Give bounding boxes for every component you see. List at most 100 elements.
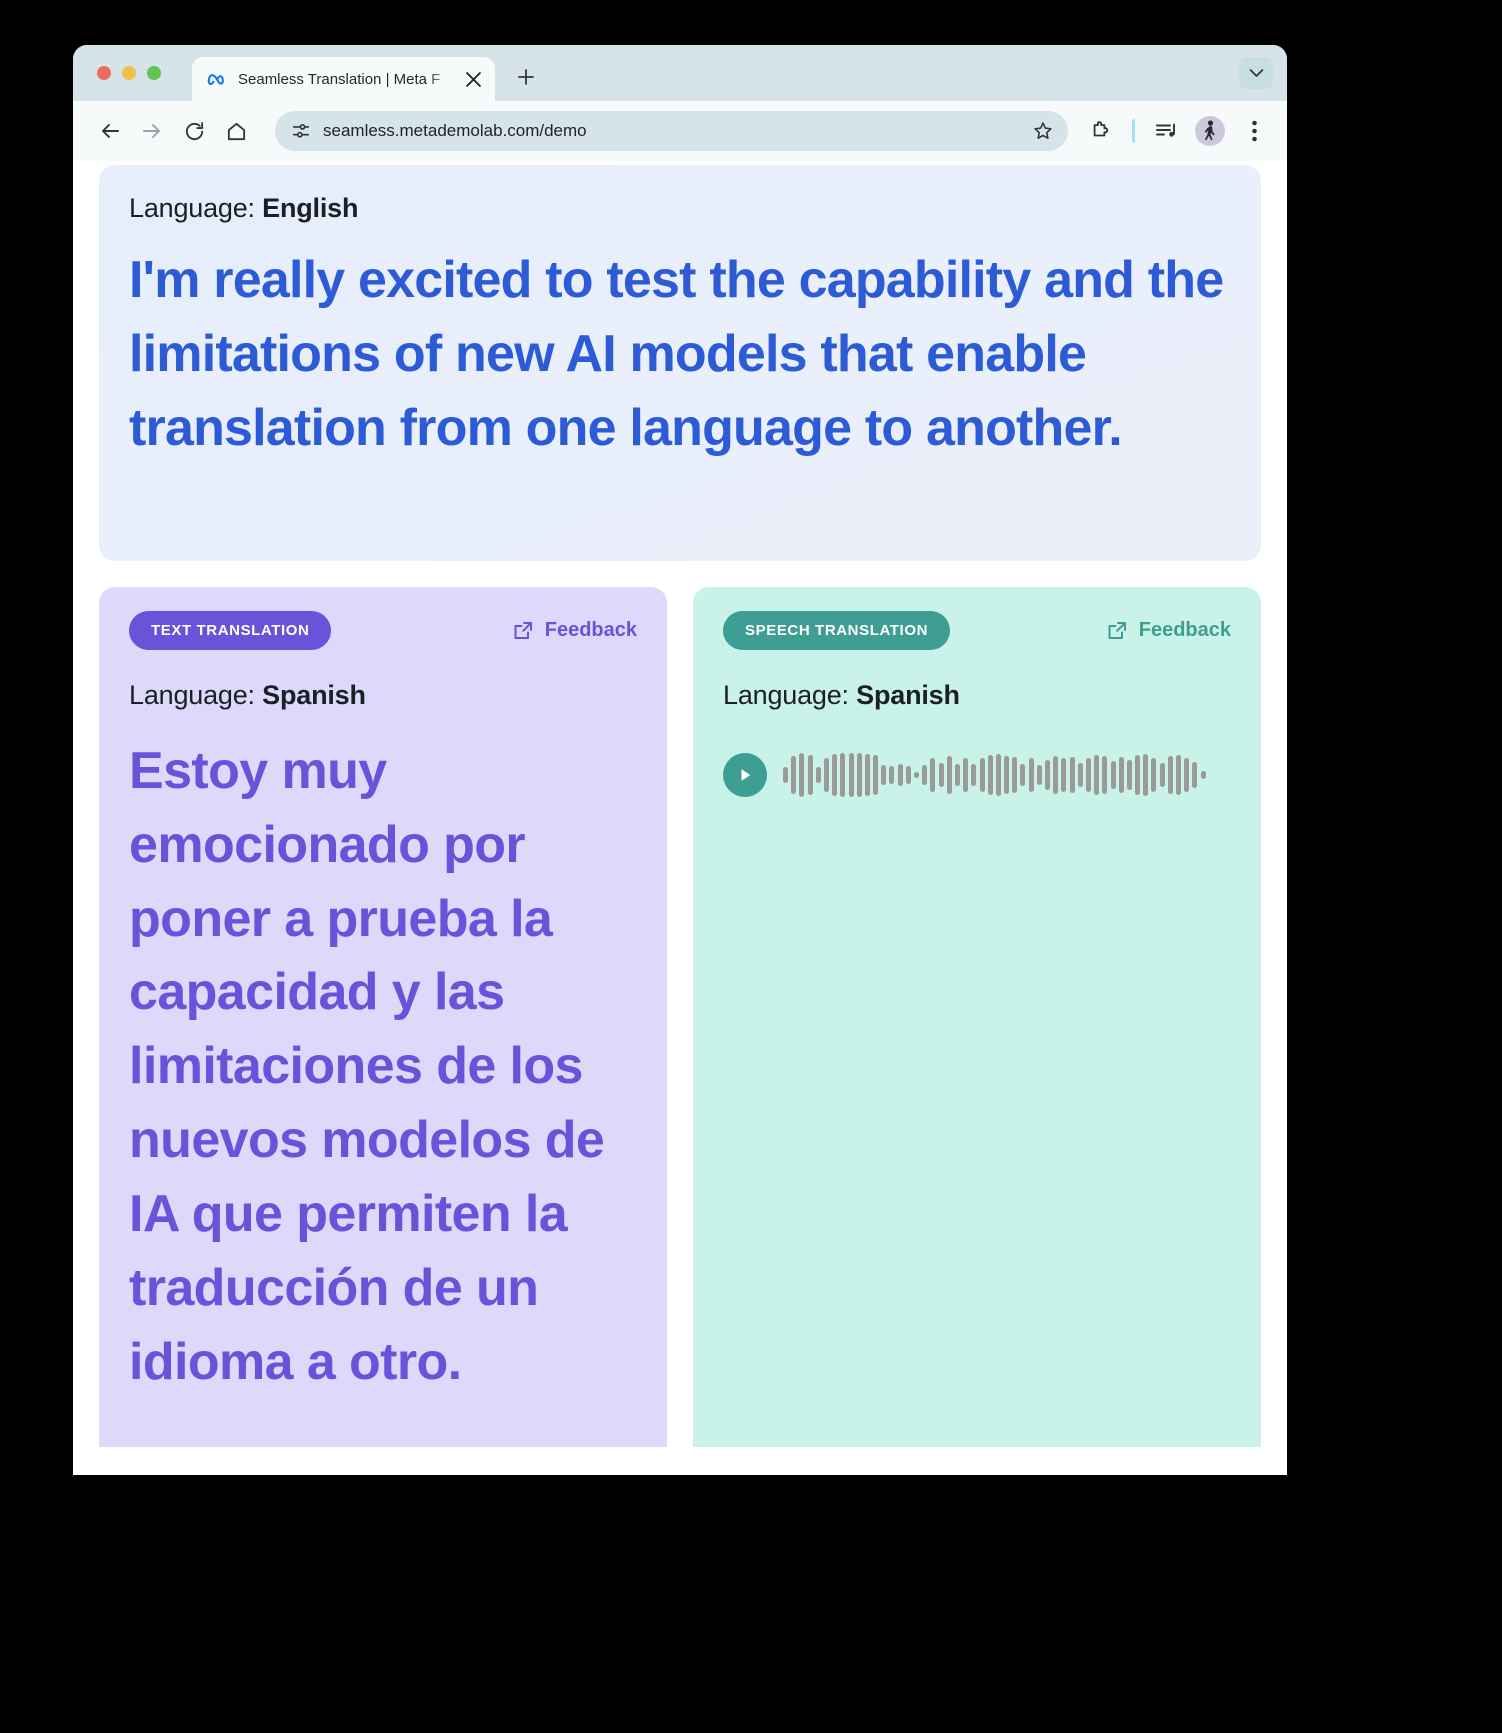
home-icon[interactable]	[217, 112, 255, 150]
waveform-bar	[946, 756, 952, 794]
close-icon[interactable]	[461, 67, 485, 91]
forward-arrow-icon[interactable]	[133, 112, 171, 150]
waveform-bar	[1200, 771, 1206, 779]
source-language-value: English	[262, 193, 359, 223]
waveform-bar	[889, 766, 895, 784]
waveform-bar	[815, 767, 821, 783]
waveform-bar	[1184, 758, 1190, 792]
waveform-bar	[1118, 757, 1124, 793]
waveform-bar	[823, 758, 829, 792]
external-link-icon	[1106, 620, 1128, 642]
waveform-bar	[1192, 762, 1198, 788]
text-panel-language-value: Spanish	[262, 680, 366, 710]
waveform-bar	[1159, 763, 1165, 787]
audio-waveform[interactable]	[783, 749, 1231, 801]
waveform-bar	[799, 753, 805, 797]
play-icon[interactable]	[723, 753, 767, 797]
text-panel-language-line: Language: Spanish	[129, 680, 637, 711]
tab-strip: Seamless Translation | Meta F	[73, 45, 1287, 101]
tab-title: Seamless Translation | Meta F	[238, 70, 441, 88]
page-content: Language: English I'm really excited to …	[73, 165, 1287, 1475]
music-playlist-icon[interactable]	[1147, 112, 1185, 150]
meta-infinity-icon	[206, 68, 228, 90]
waveform-bar	[905, 766, 911, 784]
reload-icon[interactable]	[175, 112, 213, 150]
speech-feedback-label: Feedback	[1138, 619, 1231, 641]
speech-translation-panel: SPEECH TRANSLATION Feedback Language: Sp…	[693, 587, 1261, 1447]
waveform-bar	[1045, 760, 1050, 790]
text-panel-language-label: Language:	[129, 680, 255, 710]
waveform-bar	[1069, 757, 1075, 793]
waveform-bar	[1167, 756, 1173, 794]
waveform-bar	[1151, 758, 1157, 792]
source-text: I'm really excited to test the capabilit…	[129, 251, 1224, 457]
waveform-bar	[1012, 757, 1018, 793]
browser-toolbar: seamless.metademolab.com/demo	[73, 101, 1287, 161]
source-language-label: Language:	[129, 193, 255, 223]
waveform-bar	[914, 772, 919, 778]
waveform-bar	[995, 754, 1001, 796]
waveform-bar	[922, 765, 928, 785]
waveform-bar	[1102, 756, 1108, 794]
three-dot-menu-icon[interactable]	[1235, 112, 1273, 150]
tune-sliders-icon[interactable]	[291, 121, 311, 141]
waveform-bar	[1135, 755, 1141, 795]
waveform-bar	[1077, 763, 1083, 787]
waveform-bar	[864, 754, 870, 796]
window-minimize-button[interactable]	[122, 66, 136, 80]
address-bar[interactable]: seamless.metademolab.com/demo	[275, 111, 1068, 151]
star-icon[interactable]	[1026, 114, 1060, 148]
url-text[interactable]: seamless.metademolab.com/demo	[323, 121, 1014, 141]
waveform-bar	[930, 758, 936, 792]
profile-avatar[interactable]	[1195, 116, 1225, 146]
text-panel-header: TEXT TRANSLATION Feedback	[129, 611, 637, 650]
window-close-button[interactable]	[97, 66, 111, 80]
waveform-bar	[832, 754, 838, 796]
external-link-icon	[512, 620, 534, 642]
waveform-bar	[1126, 760, 1132, 790]
browser-tab[interactable]: Seamless Translation | Meta F	[192, 57, 495, 101]
waveform-bar	[1061, 758, 1067, 792]
translation-panels-row: TEXT TRANSLATION Feedback Language: Span…	[99, 587, 1261, 1447]
speech-panel-language-line: Language: Spanish	[723, 680, 1231, 711]
waveform-bar	[1020, 764, 1026, 786]
text-translation-panel: TEXT TRANSLATION Feedback Language: Span…	[99, 587, 667, 1447]
chevron-down-icon[interactable]	[1239, 57, 1273, 89]
text-feedback-label: Feedback	[544, 619, 637, 641]
waveform-bar	[1053, 756, 1059, 794]
waveform-bar	[807, 755, 813, 795]
toolbar-divider	[1132, 119, 1135, 143]
text-feedback-link[interactable]: Feedback	[512, 619, 637, 642]
back-arrow-icon[interactable]	[91, 112, 129, 150]
new-tab-button[interactable]	[511, 62, 541, 92]
speech-feedback-link[interactable]: Feedback	[1106, 619, 1231, 642]
puzzle-piece-icon[interactable]	[1082, 112, 1120, 150]
translated-text: Estoy muy emocionado por poner a prueba …	[129, 742, 605, 1391]
window-maximize-button[interactable]	[147, 66, 161, 80]
waveform-bar	[987, 755, 993, 795]
source-translation-card: Language: English I'm really excited to …	[99, 165, 1261, 561]
source-language-line: Language: English	[129, 193, 1231, 224]
waveform-bar	[1143, 754, 1149, 796]
waveform-bar	[897, 764, 903, 786]
waveform-bar	[1094, 755, 1100, 795]
browser-window: Seamless Translation | Meta F seamless.m…	[73, 45, 1287, 1475]
waveform-bar	[840, 753, 846, 797]
waveform-bar	[873, 755, 879, 795]
waveform-bar	[881, 765, 887, 785]
waveform-bar	[1028, 758, 1034, 792]
text-translation-badge: TEXT TRANSLATION	[129, 611, 332, 650]
speech-translation-badge: SPEECH TRANSLATION	[723, 611, 951, 650]
waveform-bar	[1085, 758, 1091, 792]
speech-panel-language-label: Language:	[723, 680, 849, 710]
waveform-bar	[1110, 761, 1116, 789]
waveform-bar	[938, 763, 944, 787]
speech-panel-header: SPEECH TRANSLATION Feedback	[723, 611, 1231, 650]
waveform-bar	[783, 767, 788, 783]
waveform-bar	[979, 758, 985, 792]
waveform-bar	[856, 753, 862, 797]
waveform-bar	[791, 756, 797, 794]
audio-player	[723, 749, 1231, 801]
waveform-bar	[1036, 765, 1042, 785]
speech-panel-language-value: Spanish	[856, 680, 960, 710]
